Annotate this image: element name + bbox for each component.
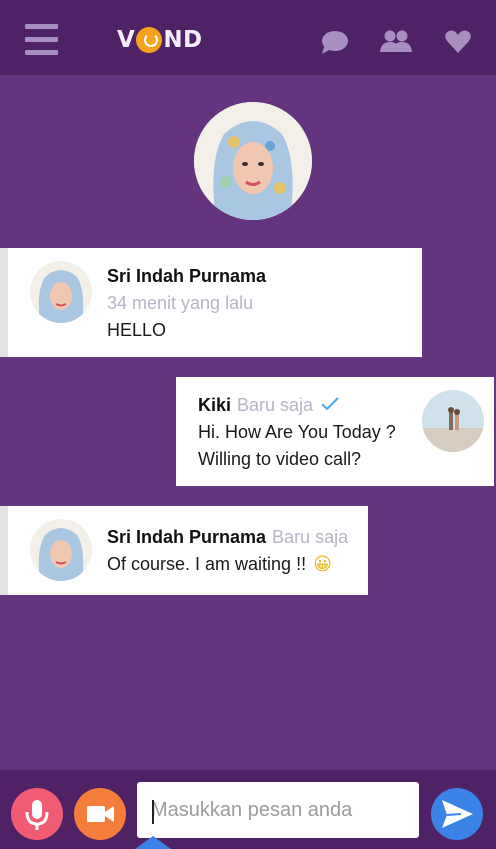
send-icon (442, 800, 473, 828)
input-pointer (135, 836, 171, 849)
menu-icon[interactable] (25, 24, 58, 56)
microphone-icon (25, 800, 49, 830)
sender-name: Sri Indah Purnama (107, 527, 267, 547)
message-text-line: Hi. How Are You Today ? (198, 422, 396, 442)
sender-avatar[interactable] (422, 390, 484, 452)
message-text: HELLO (107, 320, 167, 340)
message-time: Baru saja (272, 527, 349, 547)
mic-button[interactable] (11, 788, 63, 840)
heart-icon[interactable] (445, 30, 471, 53)
message-bubble: Sri Indah Purnama 34 menit yang lalu HEL… (0, 248, 422, 357)
sender-avatar[interactable] (30, 261, 92, 323)
profile-avatar[interactable] (194, 102, 312, 220)
top-bar: V ND (0, 0, 496, 75)
text-caret (152, 800, 154, 824)
sender-avatar[interactable] (30, 519, 92, 581)
message-input[interactable] (137, 782, 419, 838)
send-button[interactable] (431, 788, 483, 840)
message-bubble: Sri Indah Purnama Baru saja Of course. I… (0, 506, 368, 595)
message-time: 34 menit yang lalu (107, 293, 254, 313)
composer-bar (0, 770, 496, 849)
sender-name: Kiki (198, 395, 232, 415)
message-text-line: Willing to video call? (198, 449, 362, 469)
chat-icon[interactable] (320, 30, 349, 55)
message-header: Sri Indah Purnama Baru saja (107, 527, 348, 548)
message-body: Of course. I am waiting !! 😀 (107, 551, 332, 578)
group-icon[interactable] (380, 30, 412, 52)
check-icon (321, 397, 339, 411)
video-camera-icon (87, 806, 114, 822)
message-time: Baru saja (237, 395, 314, 415)
message-bubble: Kiki Baru saja Hi. How Are You Today ? W… (176, 377, 494, 486)
message-text: Of course. I am waiting !! (107, 554, 307, 574)
sender-name: Sri Indah Purnama (107, 266, 267, 286)
message-header: Kiki Baru saja (198, 395, 339, 416)
video-call-button[interactable] (74, 788, 126, 840)
app-logo: V ND (117, 27, 203, 53)
emoji-grin: 😀 (313, 554, 332, 575)
